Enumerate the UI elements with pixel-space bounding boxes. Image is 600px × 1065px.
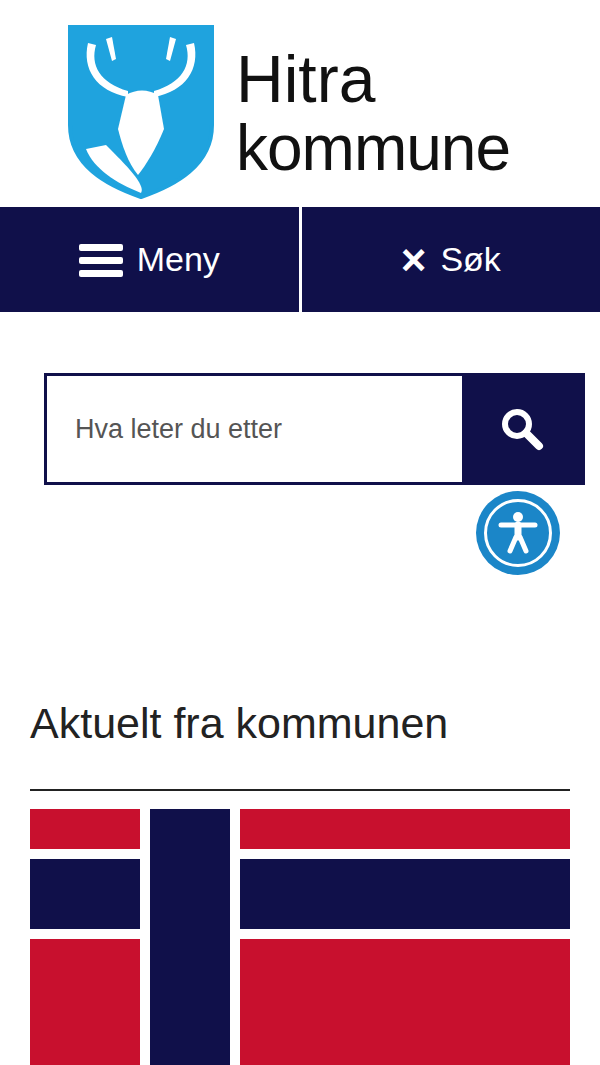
nav-bar: Meny × Søk	[0, 207, 600, 312]
logo-subtitle: kommune	[236, 115, 510, 181]
news-section: Aktuelt fra kommunen	[0, 575, 600, 1065]
header: Hitrakommune	[0, 0, 600, 207]
news-heading: Aktuelt fra kommunen	[30, 695, 570, 791]
nav-label: Meny	[137, 240, 220, 279]
magnifier-icon	[500, 407, 544, 451]
accessibility-button[interactable]	[476, 491, 560, 575]
news-image[interactable]	[30, 809, 570, 1065]
nav-button[interactable]: Meny	[0, 207, 299, 312]
search-input[interactable]	[47, 376, 462, 482]
search-form	[44, 373, 585, 485]
hamburger-icon	[79, 242, 123, 278]
nav-label: Søk	[440, 240, 500, 279]
search-button[interactable]	[462, 376, 582, 482]
logo-text[interactable]: Hitrakommune	[236, 25, 510, 181]
nav-button[interactable]: × Søk	[302, 207, 600, 312]
close-icon: ×	[401, 238, 427, 282]
page: Hitrakommune Meny × Søk Aktuelt fra kommunen	[0, 0, 600, 1065]
shield-logo-icon	[66, 25, 216, 199]
accessibility-row	[0, 485, 600, 575]
accessibility-icon	[498, 511, 538, 555]
logo-name: Hitra	[236, 43, 510, 115]
search-section	[0, 312, 600, 485]
accessibility-ring	[484, 499, 552, 567]
